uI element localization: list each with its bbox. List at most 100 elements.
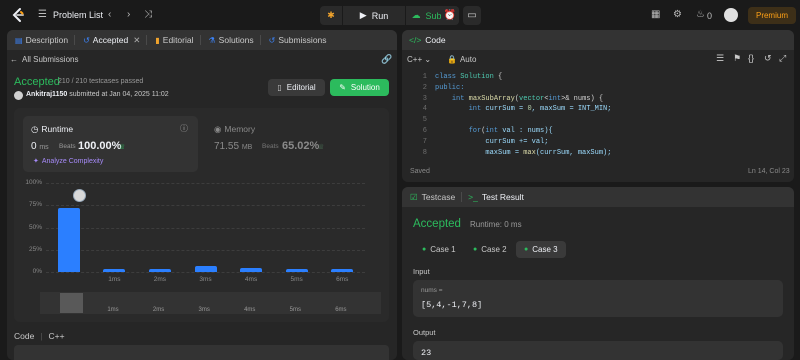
case-label: Case 2	[481, 245, 507, 254]
alarm-button[interactable]: ⏰	[441, 6, 459, 25]
post-solution-button[interactable]: ✎ Solution	[330, 79, 389, 96]
format-icon[interactable]: ☰	[716, 53, 724, 64]
all-submissions-link[interactable]: ← All Submissions	[10, 55, 78, 64]
runtime-beats-value: 100.00%	[78, 140, 122, 152]
case-tab-1[interactable]: ● Case 1	[414, 241, 464, 258]
problem-list-link[interactable]: Problem List	[53, 10, 103, 20]
line-number: 8	[422, 148, 427, 157]
line-number: 3	[422, 94, 427, 103]
code-line[interactable]: public:	[435, 84, 464, 92]
shuffle-icon[interactable]: ⤨	[144, 9, 152, 21]
memory-title-label: Memory	[224, 124, 256, 134]
runtime-bar-3ms[interactable]	[194, 265, 217, 272]
fire-icon[interactable]: ♨	[696, 9, 705, 21]
leetcode-logo-icon[interactable]	[10, 7, 26, 23]
play-icon: ▶	[359, 10, 367, 20]
analyze-complexity-link[interactable]: ✦ Analyze Complexity	[33, 157, 103, 165]
code-line[interactable]: int currSum = 0, maxSum = INT_MIN;	[435, 105, 612, 113]
author-name[interactable]: Ankitraj1150	[26, 91, 67, 98]
tab-separator	[74, 35, 76, 45]
code-line[interactable]: maxSum = max(currSum, maxSum);	[435, 149, 611, 157]
x-tick-label: 2ms	[153, 276, 167, 283]
left-tab-bar: ▤ Description ↺ Accepted ✕ ▮ Editorial ⚗…	[7, 30, 397, 50]
case-tab-2[interactable]: ● Case 2	[465, 241, 515, 258]
memory-beats-label: Beats	[262, 143, 279, 150]
output-box	[413, 341, 783, 360]
tab-label: Submissions	[278, 35, 327, 45]
submission-status: Accepted	[14, 76, 60, 88]
bookmark-icon[interactable]: ⚑	[733, 53, 741, 64]
code-line[interactable]: int maxSubArray(vector<int>& nums) {	[435, 95, 603, 103]
chart-gridline	[46, 272, 365, 273]
tab-testcase[interactable]: Testcase	[422, 192, 456, 202]
flask-icon: ⚗	[208, 35, 216, 45]
runtime-bar-5ms[interactable]	[285, 269, 308, 272]
brush-selection-handle[interactable]	[60, 293, 83, 313]
tab-accepted[interactable]: ↺ Accepted ✕	[83, 35, 140, 46]
runtime-bar-6ms[interactable]	[331, 269, 354, 272]
premium-button[interactable]: Premium	[748, 7, 796, 24]
tab-solutions[interactable]: ⚗ Solutions	[209, 35, 254, 45]
runtime-bar-0ms[interactable]	[57, 207, 80, 272]
line-number: 2	[422, 83, 427, 92]
tab-test-result[interactable]: Test Result	[482, 192, 524, 202]
editorial-label: Editorial	[286, 83, 316, 92]
braces-icon[interactable]: {}	[748, 53, 754, 63]
code-tab-label[interactable]: Code	[425, 35, 445, 45]
input-value[interactable]: [5,4,-1,7,8]	[421, 300, 482, 310]
cursor-position: Ln 14, Col 23	[748, 168, 790, 175]
language-select[interactable]: C++ ⌄	[407, 55, 431, 64]
list-icon[interactable]: ☰	[38, 9, 47, 21]
runtime-bar-1ms[interactable]	[103, 269, 126, 272]
expand-icon[interactable]: ⤢	[779, 53, 786, 64]
chart-gridline	[46, 227, 365, 229]
code-line[interactable]: for(int val : nums){	[435, 127, 553, 135]
submitted-at: submitted at Jan 04, 2025 11:02	[69, 91, 169, 98]
memory-title[interactable]: ◉ Memory	[214, 124, 255, 135]
top-bar: ☰ Problem List ‹ › ⤨ ✱ ▶ Run ☁ Submit ⏰ …	[0, 0, 800, 30]
editorial-button[interactable]: ▯ Editorial	[268, 79, 325, 96]
chart-range-brush[interactable]	[40, 292, 381, 314]
reset-icon[interactable]: ↺	[764, 53, 772, 64]
book-icon: ▯	[277, 83, 282, 92]
tab-description[interactable]: ▤ Description	[15, 35, 68, 45]
author-avatar[interactable]	[14, 91, 23, 100]
runtime-bar-2ms[interactable]	[148, 269, 171, 272]
line-number: 5	[422, 116, 427, 125]
info-icon[interactable]: ⓘ	[180, 123, 188, 134]
code-tab-bar: </> Code	[402, 30, 794, 50]
description-icon: ▤	[15, 35, 23, 45]
brush-tick-label: 2ms	[152, 307, 165, 313]
tab-label: Solutions	[218, 35, 254, 45]
runtime-bar-4ms[interactable]	[240, 267, 263, 272]
chevron-left-icon[interactable]: ‹	[108, 9, 111, 21]
link-icon[interactable]: 🔗	[381, 54, 392, 65]
run-button[interactable]: ▶ Run	[343, 6, 405, 25]
memory-unit: MB	[241, 144, 253, 151]
gear-icon[interactable]: ⚙	[673, 9, 682, 21]
runtime-title: ◷ Runtime	[31, 124, 73, 135]
case-tab-3[interactable]: ● Case 3	[516, 241, 566, 258]
y-tick-label: 0%	[32, 268, 42, 275]
y-tick-label: 75%	[28, 201, 42, 209]
note-button[interactable]: ▭	[463, 6, 481, 25]
user-avatar[interactable]	[724, 8, 738, 22]
debug-button[interactable]: ✱	[320, 6, 342, 25]
code-line[interactable]: currSum += val;	[435, 138, 548, 146]
brush-tick-label: 4ms	[244, 307, 256, 313]
tab-submissions[interactable]: ↺ Submissions	[269, 35, 327, 45]
chevron-right-icon[interactable]: ›	[127, 9, 130, 21]
tab-editorial[interactable]: ▮ Editorial	[155, 35, 193, 45]
y-tick-label: 50%	[28, 223, 42, 231]
code-line[interactable]: class Solution {	[435, 73, 502, 81]
chart-gridline	[46, 249, 365, 251]
close-icon[interactable]: ✕	[133, 35, 140, 46]
chart-gridline	[46, 183, 365, 184]
test-result-status: Accepted	[413, 218, 461, 230]
chart-gridline	[46, 205, 365, 207]
auto-mode-toggle[interactable]: 🔒 Auto	[447, 55, 476, 64]
tab-label: Editorial	[162, 35, 194, 45]
code-section-header: Code | C++	[14, 331, 65, 341]
chip-icon: ◉	[214, 124, 222, 134]
layout-grid-icon[interactable]: ▦	[651, 9, 660, 21]
